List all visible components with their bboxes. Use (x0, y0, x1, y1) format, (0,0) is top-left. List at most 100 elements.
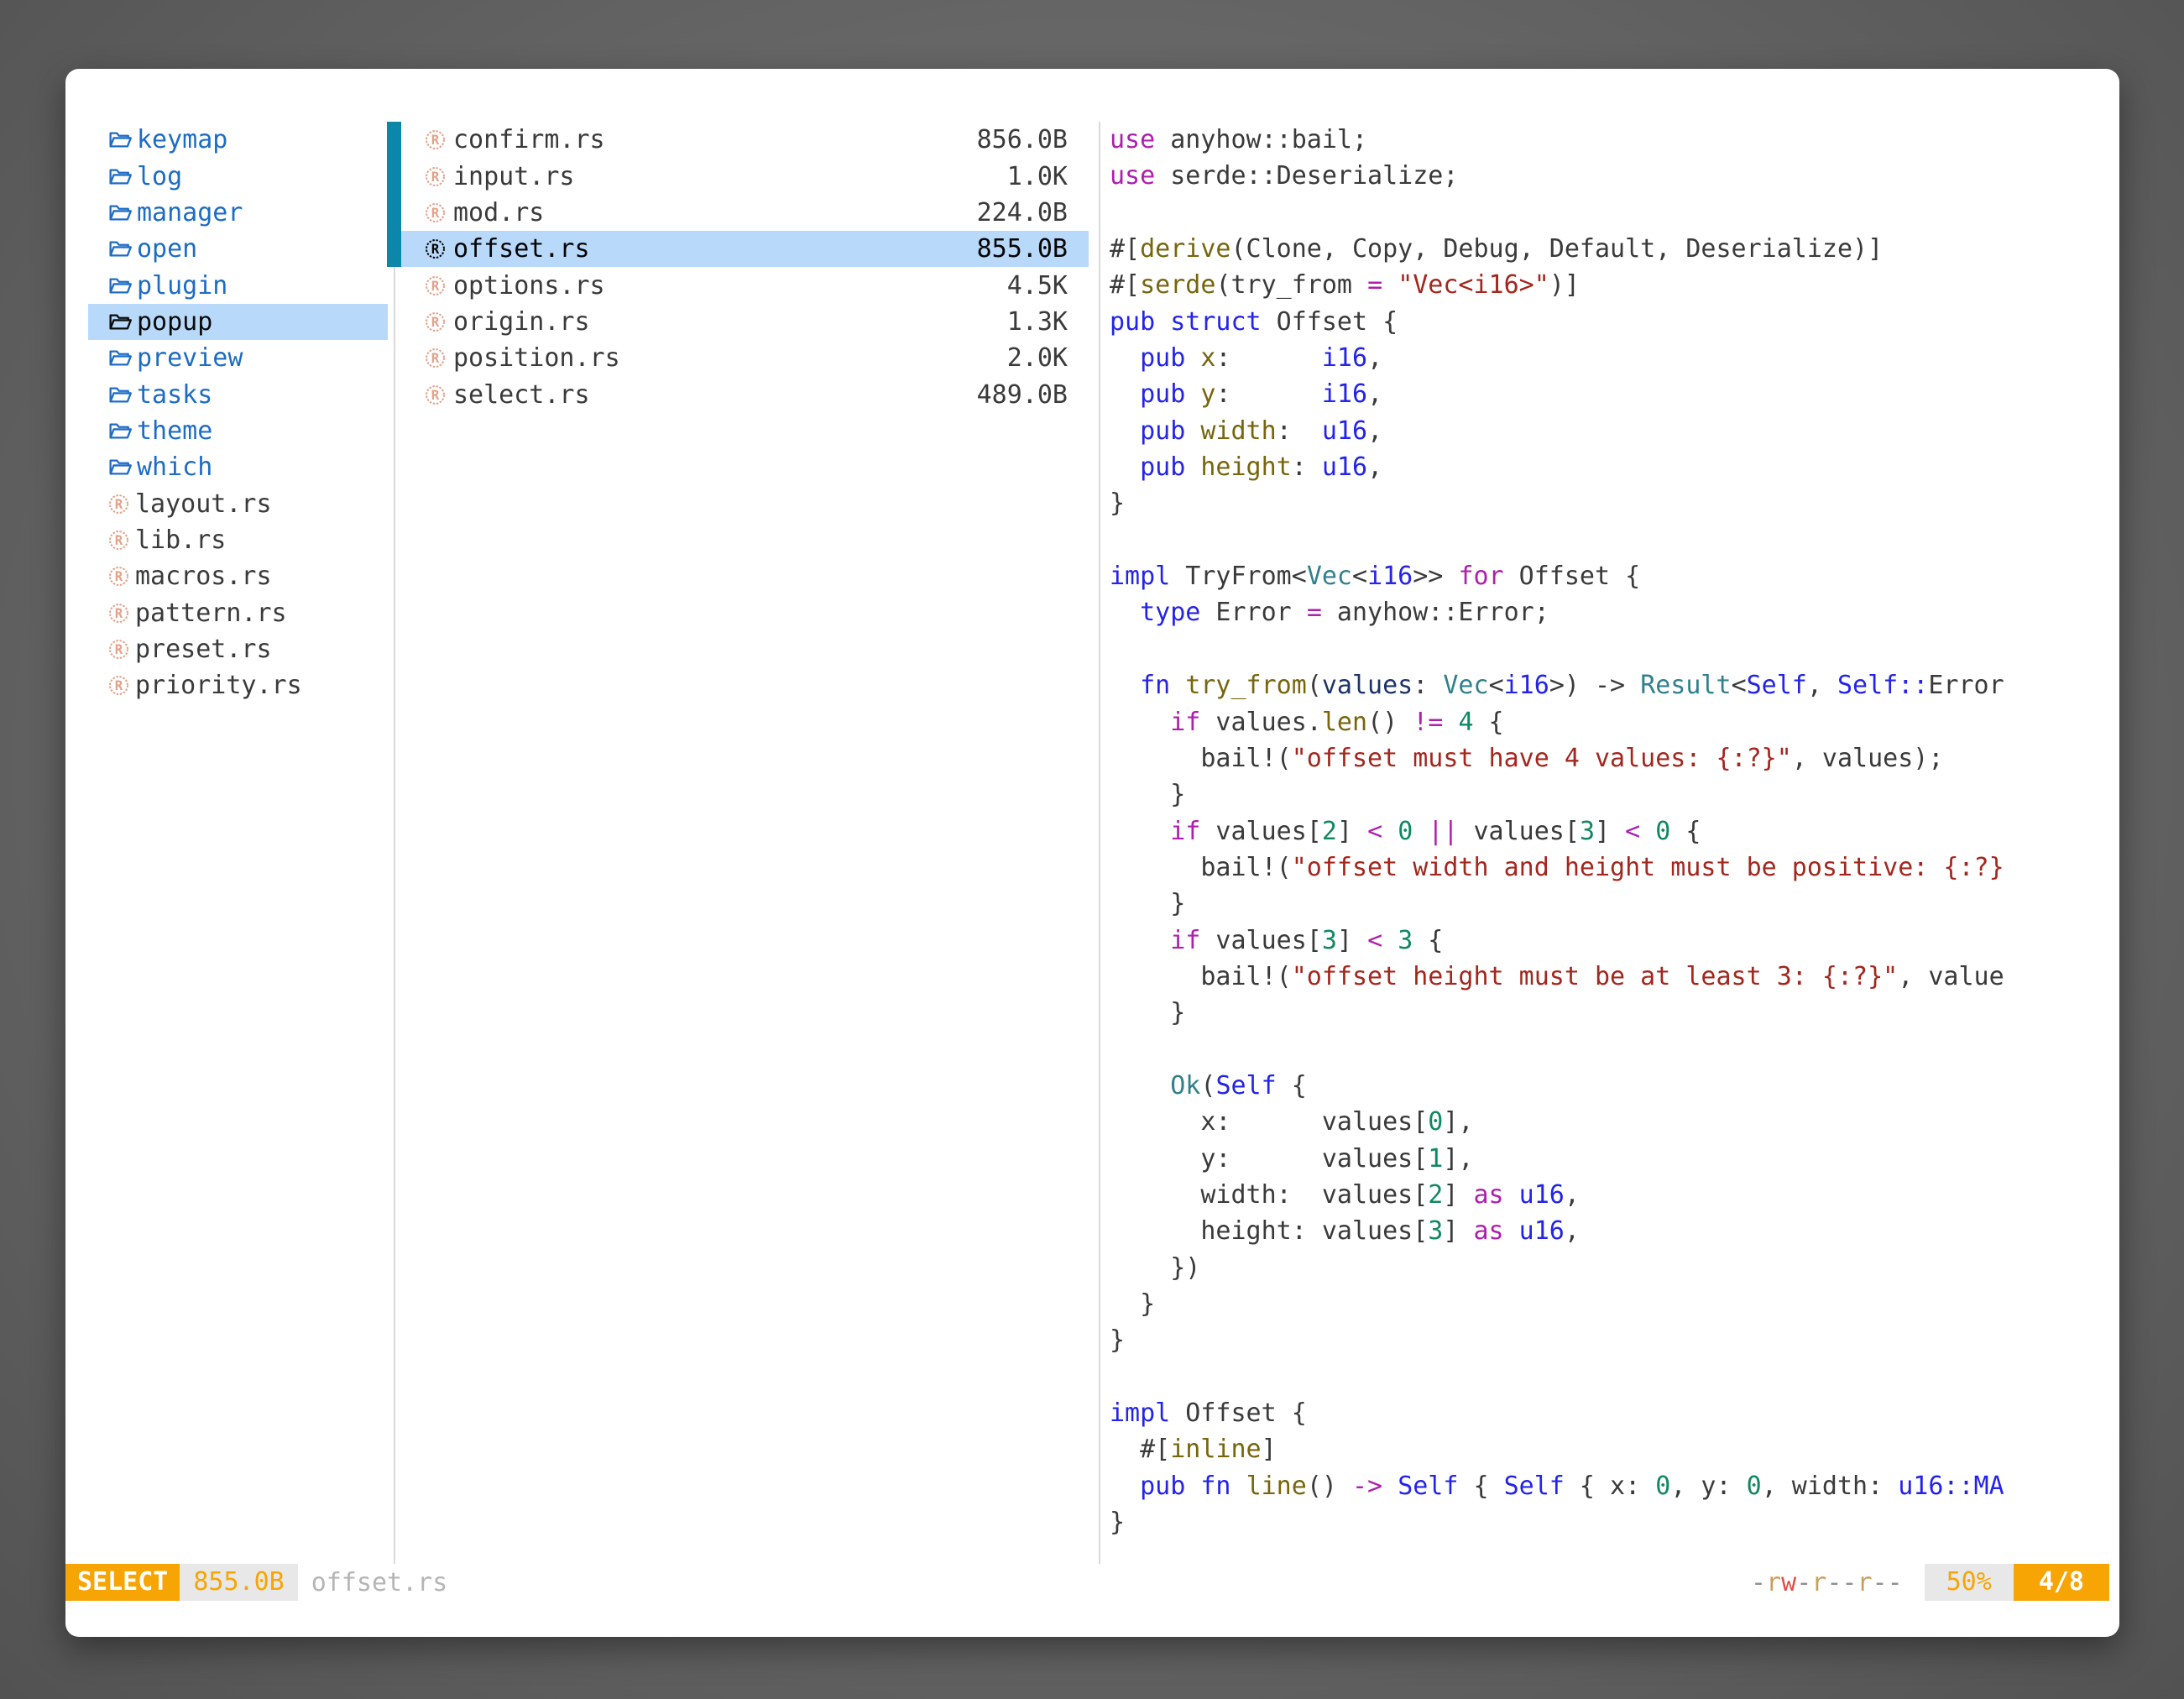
code-line: pub y: i16, (1110, 376, 2113, 412)
file-name: select.rs (453, 380, 590, 410)
file-row-origin-rs[interactable]: Rorigin.rs1.3K (401, 304, 1089, 340)
code-line: bail!("offset width and height must be p… (1110, 850, 2113, 886)
scroll-percent-badge: 50% (1925, 1564, 2014, 1601)
file-size: 489.0B (977, 380, 1068, 410)
code-line: }) (1110, 1250, 2113, 1286)
code-line: impl Offset { (1110, 1395, 2113, 1431)
item-label: popup (137, 307, 212, 337)
rust-file-icon: R (107, 674, 130, 697)
sidebar-item-pattern-rs[interactable]: Rpattern.rs (88, 594, 388, 630)
file-name: position.rs (453, 343, 620, 373)
file-size: 855.0B (977, 234, 1068, 264)
file-permissions: -rw-r--r-- (1751, 1568, 1903, 1597)
item-label: log (137, 162, 182, 191)
open-folder-icon (107, 310, 132, 334)
svg-text:R: R (431, 168, 440, 184)
code-line: x: values[0], (1110, 1104, 2113, 1140)
code-line: #[inline] (1110, 1431, 2113, 1467)
code-line (1110, 631, 2113, 667)
rust-file-icon: R (424, 347, 447, 369)
file-size: 1.3K (1007, 307, 1068, 337)
sidebar-item-preset-rs[interactable]: Rpreset.rs (88, 631, 388, 667)
open-folder-icon (107, 455, 132, 479)
svg-text:R: R (431, 241, 440, 257)
sidebar-item-lib-rs[interactable]: Rlib.rs (88, 522, 388, 558)
svg-text:R: R (115, 568, 123, 584)
file-row-input-rs[interactable]: Rinput.rs1.0K (401, 158, 1089, 194)
rust-file-icon: R (424, 384, 447, 406)
open-folder-icon (107, 237, 132, 261)
open-folder-icon (107, 419, 132, 443)
sidebar-item-which[interactable]: which (88, 449, 388, 485)
file-name: mod.rs (453, 198, 544, 227)
item-label: priority.rs (135, 671, 302, 700)
pane-separator (394, 122, 395, 1564)
open-folder-icon (107, 165, 132, 189)
item-label: keymap (137, 125, 227, 154)
item-label: plugin (137, 271, 227, 301)
open-folder-icon (107, 128, 132, 152)
sidebar-item-plugin[interactable]: plugin (88, 267, 388, 303)
parent-directory-pane: keymap log manager open plugin popup previewta… (88, 122, 388, 704)
open-folder-icon (107, 383, 132, 407)
file-name: input.rs (453, 162, 575, 191)
cursor-position-badge: 4/8 (2014, 1564, 2109, 1601)
file-row-confirm-rs[interactable]: Rconfirm.rs856.0B (401, 122, 1089, 158)
sidebar-item-layout-rs[interactable]: Rlayout.rs (88, 485, 388, 521)
svg-text:R: R (431, 386, 440, 402)
item-label: lib.rs (135, 525, 226, 555)
sidebar-item-priority-rs[interactable]: Rpriority.rs (88, 667, 388, 703)
svg-text:R: R (115, 532, 123, 548)
code-line (1110, 195, 2113, 231)
code-line: pub fn line() -> Self { Self { x: 0, y: … (1110, 1468, 2113, 1504)
file-row-options-rs[interactable]: Roptions.rs4.5K (401, 267, 1089, 303)
sidebar-item-preview[interactable]: preview (88, 340, 388, 376)
sidebar-item-log[interactable]: log (88, 158, 388, 194)
rust-file-icon: R (424, 238, 447, 260)
code-line: fn try_from(values: Vec<i16>) -> Result<… (1110, 667, 2113, 703)
item-label: which (137, 452, 212, 482)
svg-text:R: R (115, 605, 123, 621)
code-line: } (1110, 886, 2113, 922)
code-line (1110, 1359, 2113, 1395)
current-directory-pane: Rconfirm.rs856.0BRinput.rs1.0KRmod.rs224… (401, 122, 1089, 413)
item-label: manager (137, 198, 243, 227)
file-name: origin.rs (453, 307, 590, 337)
svg-text:R: R (115, 496, 123, 512)
status-bar: SELECT 855.0B offset.rs -rw-r--r-- 50% 4… (65, 1564, 2119, 1601)
code-line: pub x: i16, (1110, 340, 2113, 376)
file-row-select-rs[interactable]: Rselect.rs 489.0B (401, 376, 1089, 412)
rust-file-icon: R (107, 565, 130, 588)
code-line: height: values[3] as u16, (1110, 1213, 2113, 1249)
code-line: if values[2] < 0 || values[3] < 0 { (1110, 813, 2113, 850)
desktop-background: keymap log manager open plugin popup previewta… (0, 0, 2184, 1699)
item-label: pattern.rs (135, 599, 287, 628)
code-line: } (1110, 1322, 2113, 1358)
code-line: pub width: u16, (1110, 413, 2113, 449)
code-line: #[derive(Clone, Copy, Debug, Default, De… (1110, 231, 2113, 267)
sidebar-item-tasks[interactable]: tasks (88, 376, 388, 412)
code-line (1110, 1032, 2113, 1068)
code-line: use anyhow::bail; (1110, 122, 2113, 158)
yazi-file-manager-window: keymap log manager open plugin popup previewta… (65, 69, 2119, 1637)
sidebar-item-popup[interactable]: popup (88, 304, 388, 340)
sidebar-item-macros-rs[interactable]: Rmacros.rs (88, 558, 388, 594)
code-line: } (1110, 776, 2113, 813)
rust-file-icon: R (107, 493, 130, 515)
code-line: } (1110, 1504, 2113, 1540)
svg-text:R: R (115, 641, 123, 657)
list-scrollbar[interactable] (387, 122, 401, 267)
code-line: } (1110, 1286, 2113, 1322)
code-line: } (1110, 485, 2113, 521)
code-line: } (1110, 995, 2113, 1031)
sidebar-item-manager[interactable]: manager (88, 195, 388, 231)
file-row-mod-rs[interactable]: Rmod.rs224.0B (401, 195, 1089, 231)
sidebar-item-keymap[interactable]: keymap (88, 122, 388, 158)
sidebar-item-open[interactable]: open (88, 231, 388, 267)
code-line: bail!("offset must have 4 values: {:?}",… (1110, 740, 2113, 776)
item-label: preview (137, 343, 243, 373)
sidebar-item-theme[interactable]: theme (88, 413, 388, 449)
file-row-position-rs[interactable]: Rposition.rs2.0K (401, 340, 1089, 376)
rust-file-icon: R (107, 638, 130, 661)
file-row-offset-rs[interactable]: Roffset.rs855.0B (401, 231, 1089, 267)
